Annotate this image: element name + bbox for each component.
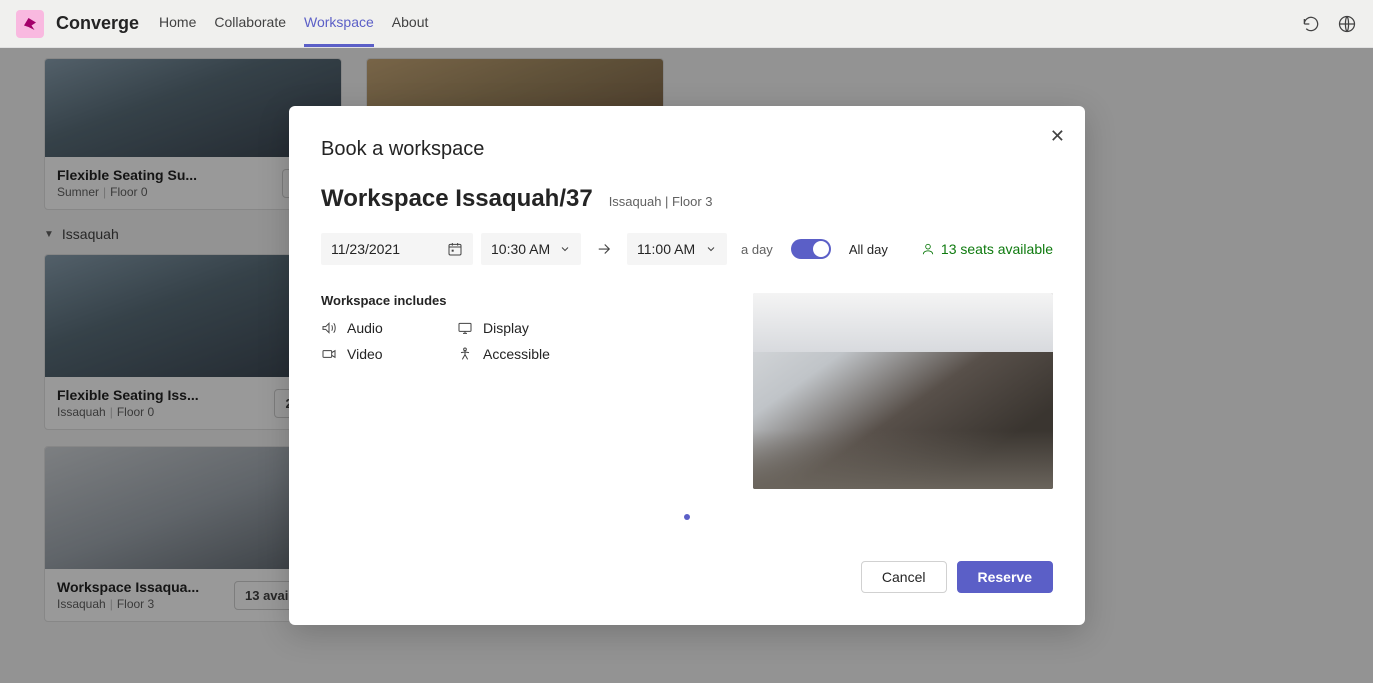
end-time-picker[interactable]: 11:00 AM <box>627 233 727 265</box>
audio-icon <box>321 320 337 336</box>
date-value: 11/23/2021 <box>331 241 400 257</box>
chevron-down-icon <box>705 243 717 255</box>
all-day-label: All day <box>849 242 888 257</box>
toggle-knob <box>813 241 829 257</box>
nav-workspace[interactable]: Workspace <box>304 0 374 47</box>
a-day-label: a day <box>741 242 773 257</box>
workspace-image <box>753 293 1053 489</box>
nav-collaborate[interactable]: Collaborate <box>214 0 286 47</box>
end-time-value: 11:00 AM <box>637 241 695 257</box>
includes-title: Workspace includes <box>321 293 577 308</box>
arrow-right-icon <box>595 240 613 258</box>
display-icon <box>457 320 473 336</box>
feature-video: Video <box>321 346 441 362</box>
app-logo <box>16 10 44 38</box>
brand-name: Converge <box>56 13 139 34</box>
date-picker[interactable]: 11/23/2021 <box>321 233 473 265</box>
nav-about[interactable]: About <box>392 0 429 47</box>
close-icon[interactable]: ✕ <box>1050 126 1065 147</box>
all-day-toggle[interactable] <box>791 239 831 259</box>
workspace-name: Workspace Issaquah/37 <box>321 185 593 213</box>
modal-title: Book a workspace <box>321 138 1053 161</box>
book-workspace-modal: ✕ Book a workspace Workspace Issaquah/37… <box>289 106 1085 625</box>
chevron-down-icon <box>559 243 571 255</box>
image-pagination <box>321 507 1053 525</box>
feature-accessible: Accessible <box>457 346 577 362</box>
bird-icon <box>21 15 39 33</box>
reserve-button[interactable]: Reserve <box>957 561 1054 593</box>
main-nav: Home Collaborate Workspace About <box>159 0 428 47</box>
pagination-dot[interactable] <box>684 514 690 520</box>
start-time-picker[interactable]: 10:30 AM <box>481 233 581 265</box>
app-header: Converge Home Collaborate Workspace Abou… <box>0 0 1373 48</box>
calendar-icon <box>447 241 463 257</box>
accessible-icon <box>457 346 473 362</box>
video-icon <box>321 346 337 362</box>
globe-icon[interactable] <box>1337 14 1357 34</box>
cancel-button[interactable]: Cancel <box>861 561 947 593</box>
workspace-location: Issaquah | Floor 3 <box>609 194 713 209</box>
person-icon <box>921 242 935 256</box>
feature-audio: Audio <box>321 320 441 336</box>
seats-available: 13 seats available <box>921 241 1053 257</box>
nav-home[interactable]: Home <box>159 0 196 47</box>
start-time-value: 10:30 AM <box>491 241 550 257</box>
feature-display: Display <box>457 320 577 336</box>
refresh-icon[interactable] <box>1301 14 1321 34</box>
